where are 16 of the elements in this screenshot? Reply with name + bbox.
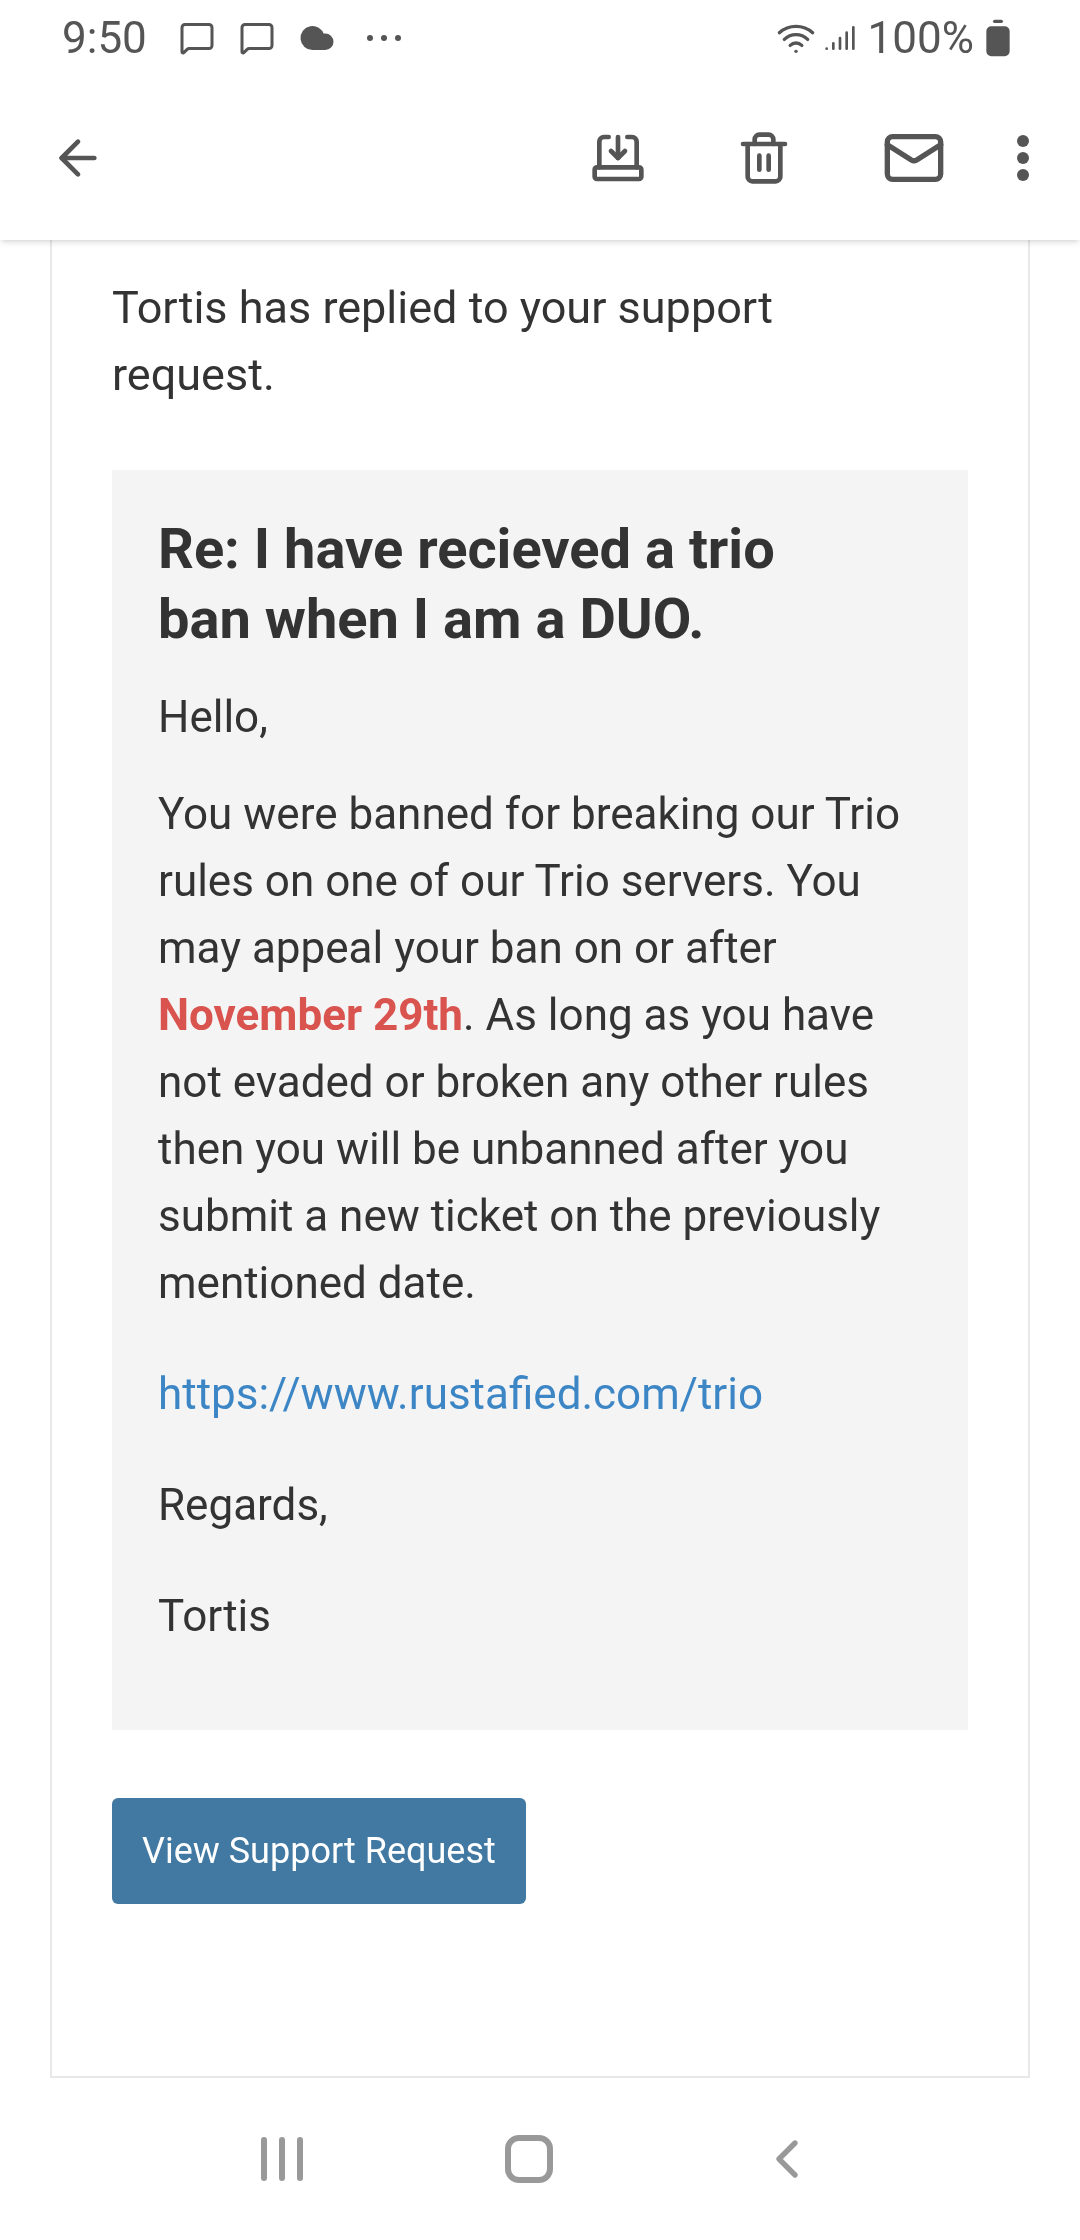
chat-icon [178, 20, 215, 56]
more-options-button[interactable] [1016, 134, 1030, 182]
home-button[interactable] [505, 2135, 553, 2183]
message-paragraph: Hello, [158, 690, 269, 745]
more-icon [366, 35, 401, 41]
closing-text: Regards, [158, 1478, 329, 1533]
closing-text: Tortis [158, 1589, 272, 1644]
status-time: 9:50 [62, 11, 147, 66]
ticket-title: Re: I have recieved a trio ban when I am a DUO. [158, 515, 776, 654]
battery-percent: 100% [867, 11, 974, 66]
ticket-link[interactable]: https://www.rustafied.com/trio [158, 1361, 922, 1428]
view-support-request-button[interactable]: View Support Request [112, 1798, 526, 1904]
message-paragraph: You were banned for breaking our Trio rules on one of our Trio servers. You may appeal your ban on or after November 29th. As long as you have not evaded or broken any other rules then you will be unbanned after you submit a new ticket on the previously mentioned date. [158, 787, 901, 1311]
intro-text: Tortis has replied to your support request. [112, 280, 774, 403]
chat-icon [238, 20, 275, 56]
recent-apps-button[interactable] [261, 2137, 303, 2181]
